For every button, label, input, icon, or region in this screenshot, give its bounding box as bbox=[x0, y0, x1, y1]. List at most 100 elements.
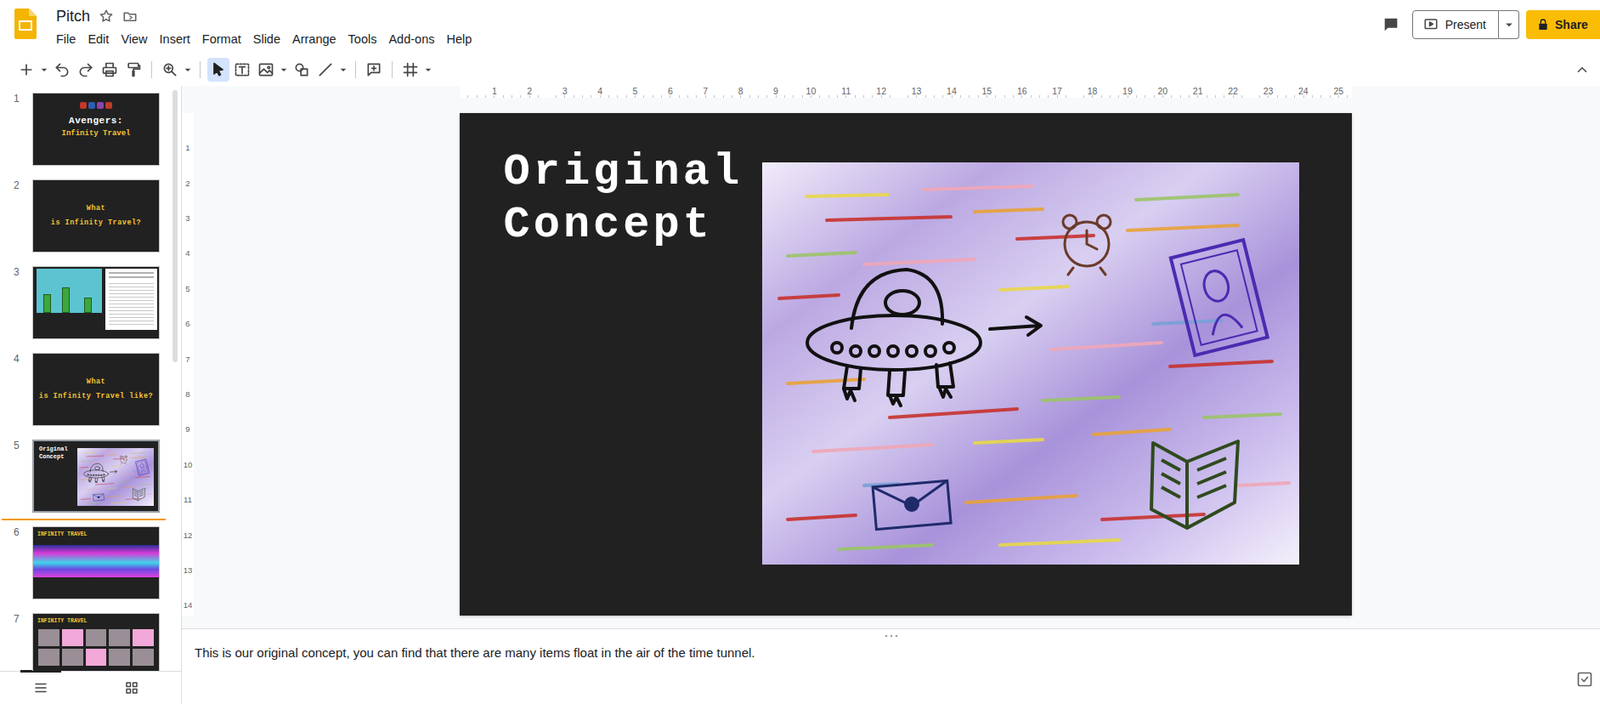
slide-title-line: Concept bbox=[503, 198, 763, 252]
ruler-mark: 10 bbox=[793, 85, 829, 98]
select-button[interactable] bbox=[207, 57, 230, 82]
avatar-icon bbox=[88, 101, 96, 109]
print-button[interactable] bbox=[98, 57, 121, 82]
menu-item[interactable]: View bbox=[114, 28, 153, 51]
slide-thumbnail[interactable] bbox=[32, 265, 160, 340]
line-button[interactable] bbox=[314, 57, 337, 82]
menu-item[interactable]: File bbox=[50, 28, 82, 51]
line-icon bbox=[316, 61, 334, 79]
current-slide[interactable]: OriginalConcept bbox=[459, 113, 1352, 616]
caret-down-icon bbox=[37, 62, 51, 77]
thumbnail-text: Avengers: bbox=[68, 114, 124, 127]
thumbnail-text: INFINITY TRAVEL bbox=[33, 526, 159, 538]
move-to-folder-icon bbox=[122, 8, 138, 24]
ruler-mark: 2 bbox=[181, 165, 194, 201]
ruler-mark: 11 bbox=[181, 482, 194, 518]
menu-item[interactable]: Help bbox=[440, 28, 478, 51]
ruler-mark: 23 bbox=[1250, 85, 1286, 98]
thumbnail-text: What bbox=[86, 201, 106, 216]
menu-item[interactable]: Slide bbox=[247, 28, 287, 51]
redo-button[interactable] bbox=[74, 57, 97, 82]
ruler-mark: 12 bbox=[181, 517, 194, 553]
share-button[interactable]: Share bbox=[1526, 10, 1600, 40]
select-icon bbox=[209, 61, 227, 79]
image-icon bbox=[257, 61, 275, 79]
text-box-button[interactable] bbox=[231, 57, 254, 82]
ruler-mark: 3 bbox=[181, 200, 194, 236]
paint-format-button[interactable] bbox=[122, 57, 145, 82]
layout-grid-menu-button[interactable] bbox=[423, 62, 434, 77]
slide-item[interactable]: 5OriginalConcept bbox=[0, 439, 170, 526]
document-title[interactable]: Pitch bbox=[56, 4, 91, 29]
slide-thumbnail[interactable]: OriginalConcept bbox=[32, 439, 160, 513]
resize-handle-icon[interactable] bbox=[883, 624, 899, 645]
document-screenshot bbox=[105, 268, 158, 330]
ruler-mark: 14 bbox=[181, 587, 194, 616]
ruler-mark: 2 bbox=[512, 85, 548, 98]
slide-number: 2 bbox=[0, 179, 33, 253]
comments-button[interactable] bbox=[1381, 15, 1401, 34]
add-comment-button[interactable] bbox=[362, 57, 385, 82]
menu-item[interactable]: Edit bbox=[81, 28, 115, 51]
new-slide-menu-button[interactable] bbox=[39, 62, 50, 77]
star-icon bbox=[98, 8, 114, 24]
slide-thumbnail[interactable]: Whatis Infinity Travel like? bbox=[32, 352, 160, 426]
ruler-mark: 17 bbox=[1039, 85, 1075, 98]
insertion-line bbox=[1, 518, 166, 521]
ruler-mark: 7 bbox=[688, 85, 724, 98]
speaker-notes[interactable]: This is our original concept, you can fi… bbox=[181, 627, 1600, 704]
concept-image[interactable] bbox=[762, 162, 1300, 565]
menu-item[interactable]: Arrange bbox=[286, 28, 343, 51]
slide-thumbnail[interactable]: Whatis Infinity Travel? bbox=[32, 179, 160, 253]
vertical-ruler: 1234567891011121314 bbox=[181, 113, 194, 616]
image-button[interactable] bbox=[254, 57, 278, 82]
chevron-up-icon bbox=[1574, 62, 1590, 78]
menu-item[interactable]: Format bbox=[196, 28, 248, 51]
menu-item[interactable]: Insert bbox=[153, 28, 197, 51]
grid-view-button[interactable] bbox=[111, 669, 153, 702]
speaker-notes-text[interactable]: This is our original concept, you can fi… bbox=[181, 628, 1577, 704]
slide-item[interactable]: 2Whatis Infinity Travel? bbox=[0, 179, 170, 266]
ruler-mark: 1 bbox=[181, 130, 194, 166]
toolbar-separator bbox=[151, 61, 153, 79]
menu-item[interactable]: Tools bbox=[342, 28, 384, 51]
ruler-mark: 12 bbox=[863, 85, 899, 98]
slide-item[interactable]: 6INFINITY TRAVEL bbox=[0, 525, 170, 613]
menu-bar: FileEditViewInsertFormatSlideArrangeTool… bbox=[50, 28, 478, 51]
slide-thumbnail[interactable]: INFINITY TRAVEL bbox=[32, 525, 160, 600]
slide-item[interactable]: 4Whatis Infinity Travel like? bbox=[0, 352, 170, 440]
ruler-mark: 6 bbox=[652, 85, 688, 98]
slide-item[interactable]: 1Avengers:Infinity Travel bbox=[0, 92, 170, 180]
app-header: PitchFileEditViewInsertFormatSlideArrang… bbox=[0, 0, 1600, 53]
image-menu-button[interactable] bbox=[278, 62, 289, 77]
new-slide-button[interactable] bbox=[15, 57, 38, 82]
list-view-button[interactable] bbox=[20, 669, 62, 702]
filmstrip-scrollbar[interactable] bbox=[169, 85, 181, 671]
ruler-mark: 11 bbox=[828, 85, 864, 98]
present-options-button[interactable] bbox=[1498, 10, 1520, 40]
slide-thumbnail[interactable]: Avengers:Infinity Travel bbox=[32, 92, 160, 166]
grid-view-icon bbox=[124, 679, 140, 696]
ruler-mark: 9 bbox=[181, 412, 194, 447]
collapse-toolbar-button[interactable] bbox=[1571, 57, 1594, 82]
line-menu-button[interactable] bbox=[338, 62, 349, 77]
layout-grid-icon bbox=[401, 61, 419, 79]
present-button[interactable]: Present bbox=[1412, 10, 1499, 40]
slide-item[interactable]: 3 bbox=[0, 265, 170, 353]
slide-thumbnail[interactable]: INFINITY TRAVEL bbox=[32, 612, 160, 671]
slides-logo-icon[interactable] bbox=[0, 0, 57, 40]
ruler-mark: 13 bbox=[898, 85, 934, 98]
shape-button[interactable] bbox=[290, 57, 313, 82]
undo-button[interactable] bbox=[50, 57, 74, 82]
undo-icon bbox=[53, 61, 71, 79]
slide-title[interactable]: OriginalConcept bbox=[459, 113, 763, 616]
menu-item[interactable]: Add-ons bbox=[382, 28, 441, 51]
ruler-mark: 22 bbox=[1215, 85, 1250, 98]
layout-grid-button[interactable] bbox=[399, 57, 422, 82]
explore-button[interactable] bbox=[1576, 670, 1594, 694]
ruler-mark: 24 bbox=[1285, 85, 1321, 98]
ruler-mark: 15 bbox=[969, 85, 1005, 98]
zoom-menu-button[interactable] bbox=[182, 62, 193, 77]
slide-item[interactable]: 7INFINITY TRAVEL bbox=[0, 612, 170, 671]
zoom-button[interactable] bbox=[158, 57, 181, 82]
